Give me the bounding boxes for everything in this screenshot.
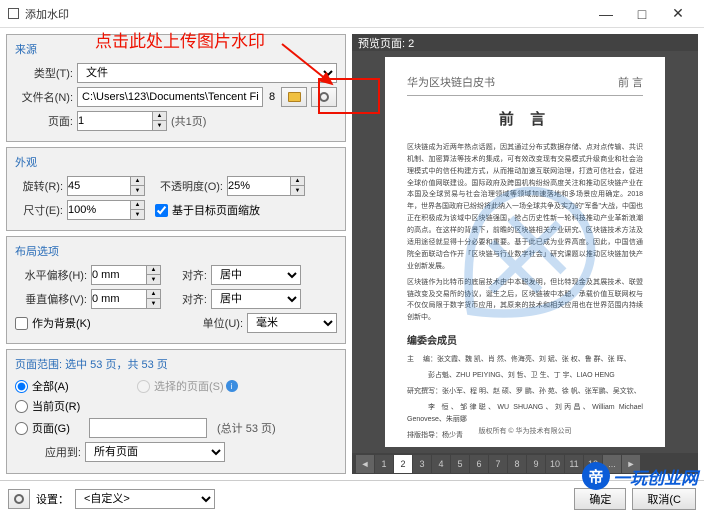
valign-select[interactable]: 居中	[211, 289, 301, 309]
applyto-select[interactable]: 所有页面	[85, 442, 225, 462]
page-thumb[interactable]: 5	[451, 455, 469, 473]
layout-header: 布局选项	[15, 243, 337, 259]
settings-label: 设置：	[36, 491, 69, 507]
group-layout: 布局选项 水平偏移(H): ▲▼ 对齐: 居中 垂直偏移(V): ▲▼ 对齐: …	[6, 236, 346, 344]
page-thumb[interactable]: 10	[546, 455, 564, 473]
close-button[interactable]: ✕	[660, 0, 696, 28]
radio-selected	[137, 380, 150, 393]
browse-button[interactable]	[281, 87, 307, 107]
pages-input[interactable]	[89, 418, 207, 438]
cancel-button[interactable]: 取消(C	[632, 488, 696, 510]
filename-suffix: 8	[267, 91, 277, 103]
radio-pages-label[interactable]: 页面(G)	[15, 420, 85, 436]
gear-icon	[319, 92, 329, 102]
chevron-down-icon[interactable]: ▼	[152, 121, 166, 130]
page-thumb[interactable]: 11	[565, 455, 583, 473]
filename-input[interactable]	[77, 87, 263, 107]
voffset-spinner[interactable]: ▲▼	[91, 289, 161, 309]
file-settings-button[interactable]	[311, 87, 337, 107]
unit-label: 单位(U):	[193, 315, 243, 331]
preview-panel: 预览页面: 2 华为区块链白皮书前 言 前 言 区块链成为近两年热点话题，因其通…	[352, 34, 698, 474]
preview-document: 华为区块链白皮书前 言 前 言 区块链成为近两年热点话题，因其通过分布式数据存储…	[385, 57, 665, 447]
app-icon	[8, 8, 19, 19]
type-label: 类型(T):	[15, 65, 73, 81]
minimize-button[interactable]: —	[588, 0, 624, 28]
prev-page-button[interactable]: ◄	[356, 455, 374, 473]
page-thumb[interactable]: 3	[413, 455, 431, 473]
srcpage-spinner[interactable]: ▲▼	[77, 111, 167, 131]
voffset-label: 垂直偏移(V):	[15, 291, 87, 307]
brand-text: 一玩创业网	[613, 464, 698, 489]
srcpage-label: 页面:	[15, 113, 73, 129]
folder-icon	[288, 92, 301, 102]
halign-label: 对齐:	[165, 267, 207, 283]
radio-all[interactable]	[15, 380, 28, 393]
rotate-label: 旋转(R):	[15, 178, 63, 194]
group-appearance: 外观 旋转(R): ▲▼ 不透明度(O): ▲▼ 尺寸(E): ▲▼ 基于目标页…	[6, 147, 346, 231]
halign-select[interactable]: 居中	[211, 265, 301, 285]
rotate-spinner[interactable]: ▲▼	[67, 176, 145, 196]
filename-label: 文件名(N):	[15, 89, 73, 105]
titlebar: 添加水印 — □ ✕	[0, 0, 704, 28]
preview-header: 预览页面: 2	[352, 34, 698, 51]
window-title: 添加水印	[25, 6, 588, 22]
settings-button[interactable]	[8, 489, 30, 509]
scale-checkbox[interactable]	[155, 204, 168, 217]
ok-button[interactable]: 确定	[574, 488, 626, 510]
hoffset-spinner[interactable]: ▲▼	[91, 265, 161, 285]
page-thumb[interactable]: 4	[432, 455, 450, 473]
applyto-label: 应用到:	[15, 444, 81, 460]
gear-icon	[14, 494, 24, 504]
page-thumb[interactable]: 7	[489, 455, 507, 473]
chevron-up-icon[interactable]: ▲	[152, 112, 166, 121]
unit-select[interactable]: 毫米	[247, 313, 337, 333]
asbg-checkbox[interactable]	[15, 317, 28, 330]
page-thumb[interactable]: 6	[470, 455, 488, 473]
page-thumb[interactable]: 1	[375, 455, 393, 473]
preset-select[interactable]: <自定义>	[75, 489, 215, 509]
page-thumb[interactable]: 2	[394, 455, 412, 473]
brand-logo-icon: 帝	[582, 462, 610, 490]
annotation-overlay: 点击此处上传图片水印	[95, 27, 265, 52]
opacity-label: 不透明度(O):	[149, 178, 223, 194]
info-icon[interactable]: i	[226, 380, 238, 392]
page-thumb[interactable]: 8	[508, 455, 526, 473]
radio-all-label[interactable]: 全部(A)	[15, 378, 133, 394]
appearance-header: 外观	[15, 154, 337, 170]
pages-total: (总计 53 页)	[217, 420, 276, 436]
asbg-checkbox-label[interactable]: 作为背景(K)	[15, 315, 189, 331]
maximize-button[interactable]: □	[624, 0, 660, 28]
hoffset-label: 水平偏移(H):	[15, 267, 87, 283]
corner-brand: 帝 一玩创业网	[582, 462, 698, 490]
preview-canvas: 华为区块链白皮书前 言 前 言 区块链成为近两年热点话题，因其通过分布式数据存储…	[352, 51, 698, 453]
radio-selected-label[interactable]: 选择的页面(S)i	[137, 378, 238, 394]
doc-section: 编委会成员	[407, 334, 643, 350]
size-label: 尺寸(E):	[15, 202, 63, 218]
opacity-spinner[interactable]: ▲▼	[227, 176, 305, 196]
doc-title: 前 言	[407, 108, 643, 132]
pagerange-header: 页面范围: 选中 53 页，共 53 页	[15, 356, 337, 372]
radio-current-label[interactable]: 当前页(R)	[15, 398, 80, 414]
type-select[interactable]: 文件	[77, 63, 337, 83]
size-spinner[interactable]: ▲▼	[67, 200, 145, 220]
radio-pages[interactable]	[15, 422, 28, 435]
page-thumb[interactable]: 9	[527, 455, 545, 473]
valign-label: 对齐:	[165, 291, 207, 307]
scale-checkbox-label[interactable]: 基于目标页面缩放	[155, 202, 260, 218]
group-pagerange: 页面范围: 选中 53 页，共 53 页 全部(A) 选择的页面(S)i 当前页…	[6, 349, 346, 474]
radio-current[interactable]	[15, 400, 28, 413]
srcpage-total: (共1页)	[171, 113, 206, 129]
